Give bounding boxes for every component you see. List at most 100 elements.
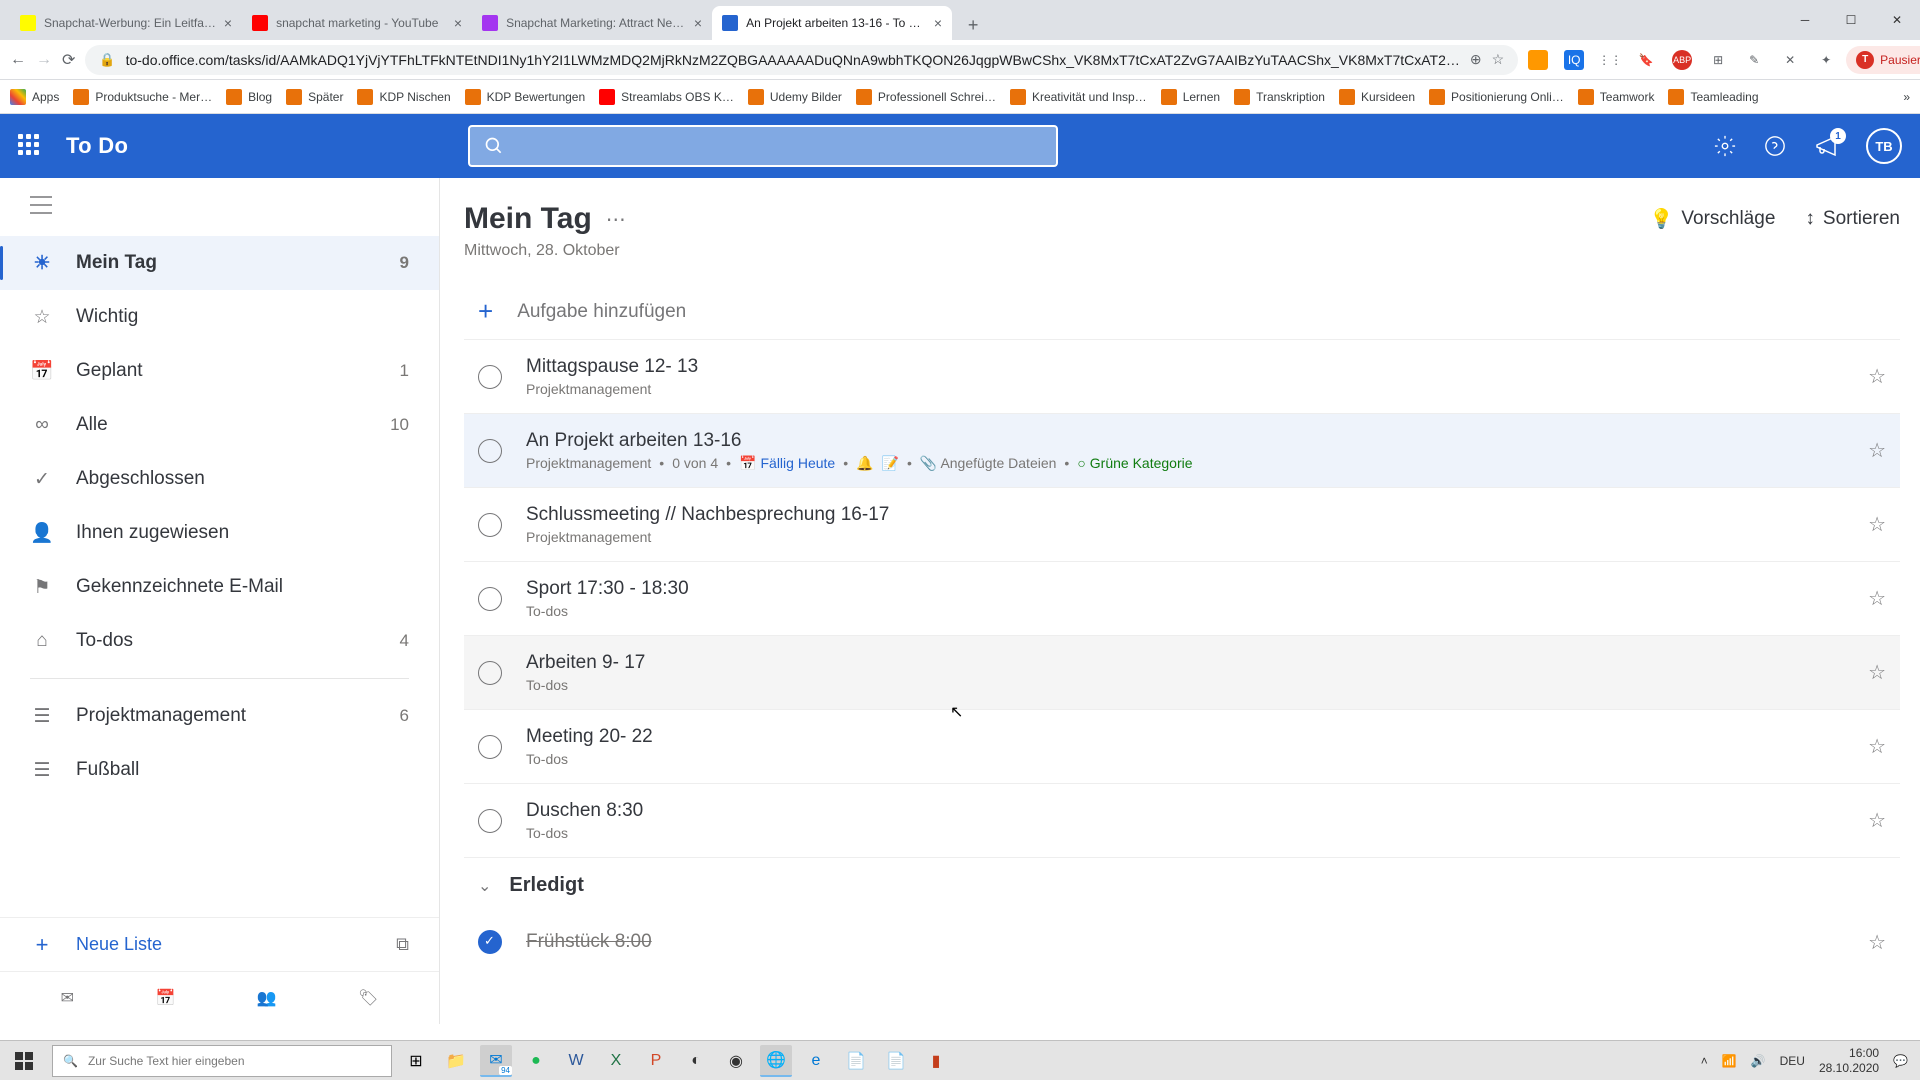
bookmark-apps[interactable]: Apps [10,89,59,105]
sidebar-item-email[interactable]: ⚑ Gekennzeichnete E-Mail [0,560,439,614]
tray-lang[interactable]: DEU [1780,1054,1805,1068]
tray-notifications[interactable]: 💬 [1893,1054,1908,1068]
complete-checkbox[interactable] [478,365,502,389]
sidebar-item-wichtig[interactable]: ☆ Wichtig [0,290,439,344]
ext-icon[interactable]: ✦ [1816,50,1836,70]
close-icon[interactable]: × [224,15,232,31]
back-button[interactable]: ← [10,48,26,72]
task-row[interactable]: Duschen 8:30 To-dos ☆ [464,784,1900,858]
mail-icon[interactable]: ✉ [61,988,74,1008]
task-row[interactable]: Frühstück 8:00 ☆ [464,905,1900,979]
bookmark[interactable]: Positionierung Onli… [1429,89,1564,105]
powerpoint[interactable]: P [640,1045,672,1077]
sidebar-item-geplant[interactable]: 📅 Geplant 1 [0,344,439,398]
sidebar-item-todos[interactable]: ⌂ To-dos 4 [0,614,439,668]
group-icon[interactable]: ⧉ [396,934,409,955]
tray-chevron[interactable]: ˄ [1701,1054,1708,1068]
bookmark[interactable]: Transkription [1234,89,1325,105]
ext-icon[interactable]: ABP [1672,50,1692,70]
address-bar[interactable]: 🔒 to-do.office.com/tasks/id/AAMkADQ1YjVj… [85,45,1518,75]
close-icon[interactable]: × [934,15,942,31]
tray-clock[interactable]: 16:00 28.10.2020 [1819,1046,1879,1075]
obs[interactable]: ◉ [720,1045,752,1077]
add-task-input[interactable]: + Aufgabe hinzufügen [464,284,1900,340]
ext-icon[interactable]: ✕ [1780,50,1800,70]
bookmark[interactable]: Teamleading [1668,89,1758,105]
spotify[interactable]: ● [520,1045,552,1077]
star-button[interactable]: ☆ [1868,734,1886,759]
taskbar-search[interactable]: 🔍 Zur Suche Text hier eingeben [52,1045,392,1077]
star-button[interactable]: ☆ [1868,512,1886,537]
task-row[interactable]: Meeting 20- 22 To-dos ☆ [464,710,1900,784]
app2[interactable]: ▮ [920,1045,952,1077]
ext-icon[interactable]: ⋮⋮ [1600,50,1620,70]
complete-checkbox[interactable] [478,735,502,759]
menu-toggle[interactable] [0,178,439,232]
bookmark[interactable]: Kursideen [1339,89,1415,105]
sidebar-list-projektmanagement[interactable]: ☰ Projektmanagement 6 [0,689,439,743]
sidebar-item-abgeschlossen[interactable]: ✓ Abgeschlossen [0,452,439,506]
bookmark[interactable]: Kreativität und Insp… [1010,89,1147,105]
app-launcher-icon[interactable] [18,134,42,158]
sidebar-item-mein-tag[interactable]: ☀ Mein Tag 9 [0,236,439,290]
file-explorer[interactable]: 📁 [440,1045,472,1077]
tab-udemy[interactable]: Snapchat Marketing: Attract New… × [472,6,712,40]
star-button[interactable]: ☆ [1868,808,1886,833]
settings-button[interactable] [1714,135,1736,157]
bookmark[interactable]: Streamlabs OBS K… [599,89,734,105]
calendar-icon[interactable]: 📅 [155,988,175,1008]
close-icon[interactable]: × [454,15,462,31]
bookmark[interactable]: Teamwork [1578,89,1655,105]
notepad2[interactable]: 📄 [880,1045,912,1077]
task-view[interactable]: ⊞ [400,1045,432,1077]
task-row[interactable]: Arbeiten 9- 17 To-dos ☆ [464,636,1900,710]
window-close[interactable]: ✕ [1874,0,1920,40]
star-button[interactable]: ☆ [1868,438,1886,463]
search-input[interactable] [468,125,1058,167]
app[interactable]: ◐ [680,1045,712,1077]
tray-wifi[interactable]: 📶 [1722,1054,1737,1068]
ext-icon[interactable]: ⊞ [1708,50,1728,70]
task-row[interactable]: Sport 17:30 - 18:30 To-dos ☆ [464,562,1900,636]
reload-button[interactable]: ⟳ [62,48,75,72]
profile-button[interactable]: T Pausiert [1846,46,1920,74]
zoom-icon[interactable]: ⊕ [1470,51,1482,68]
sort-button[interactable]: ↕ Sortieren [1805,207,1900,231]
ext-icon[interactable]: 🔖 [1636,50,1656,70]
close-icon[interactable]: × [694,15,702,31]
new-tab-button[interactable]: + [958,10,988,40]
help-button[interactable] [1764,135,1786,157]
tag-icon[interactable]: 🏷 [358,988,378,1008]
bookmark[interactable]: KDP Nischen [357,89,450,105]
bookmark-overflow[interactable]: » [1903,90,1910,104]
outlook[interactable]: ✉94 [480,1045,512,1077]
bookmark[interactable]: Lernen [1161,89,1220,105]
complete-checkbox[interactable] [478,661,502,685]
star-button[interactable]: ☆ [1868,586,1886,611]
star-button[interactable]: ☆ [1868,660,1886,685]
avatar[interactable]: TB [1866,128,1902,164]
ext-icon[interactable] [1528,50,1548,70]
tab-youtube[interactable]: snapchat marketing - YouTube × [242,6,472,40]
forward-button[interactable]: → [36,48,52,72]
window-maximize[interactable]: ☐ [1828,0,1874,40]
suggestions-button[interactable]: 💡 Vorschläge [1650,207,1776,231]
star-button[interactable]: ☆ [1868,364,1886,389]
sidebar-item-alle[interactable]: ∞ Alle 10 [0,398,439,452]
chrome[interactable]: 🌐 [760,1045,792,1077]
bookmark[interactable]: Später [286,89,343,105]
tab-snapchat-werbung[interactable]: Snapchat-Werbung: Ein Leitfa… × [10,6,242,40]
tray-volume[interactable]: 🔊 [1751,1054,1766,1068]
notifications-button[interactable]: 1 [1814,134,1838,158]
tab-todo[interactable]: An Projekt arbeiten 13-16 - To D… × [712,6,952,40]
complete-checkbox[interactable] [478,587,502,611]
bookmark[interactable]: Blog [226,89,272,105]
start-button[interactable] [0,1041,48,1081]
new-list-button[interactable]: + Neue Liste ⧉ [0,917,439,971]
more-options[interactable]: ⋯ [606,207,628,232]
task-row[interactable]: An Projekt arbeiten 13-16 Projektmanagem… [464,414,1900,488]
complete-checkbox[interactable] [478,513,502,537]
edge[interactable]: e [800,1045,832,1077]
word[interactable]: W [560,1045,592,1077]
bookmark[interactable]: Produktsuche - Mer… [73,89,212,105]
